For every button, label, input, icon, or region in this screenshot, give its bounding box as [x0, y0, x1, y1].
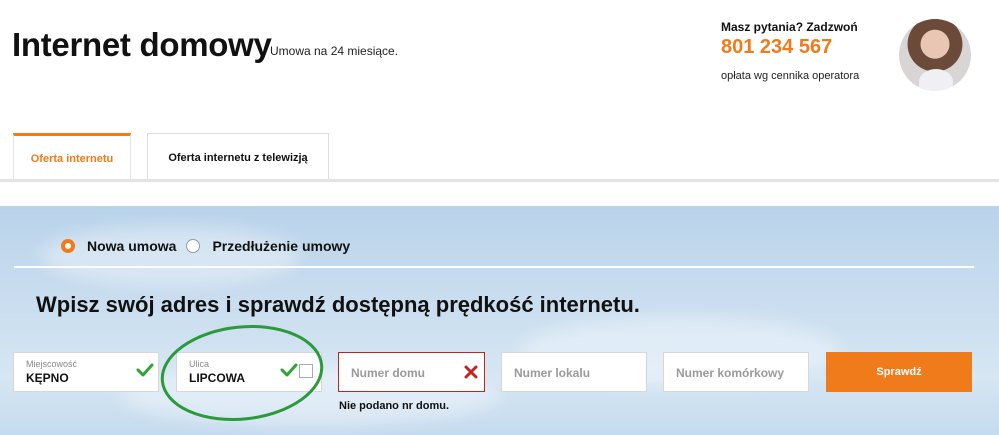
- page: Internet domowy Umowa na 24 miesiące. Ma…: [0, 0, 999, 435]
- annotation-ellipse: [160, 324, 324, 422]
